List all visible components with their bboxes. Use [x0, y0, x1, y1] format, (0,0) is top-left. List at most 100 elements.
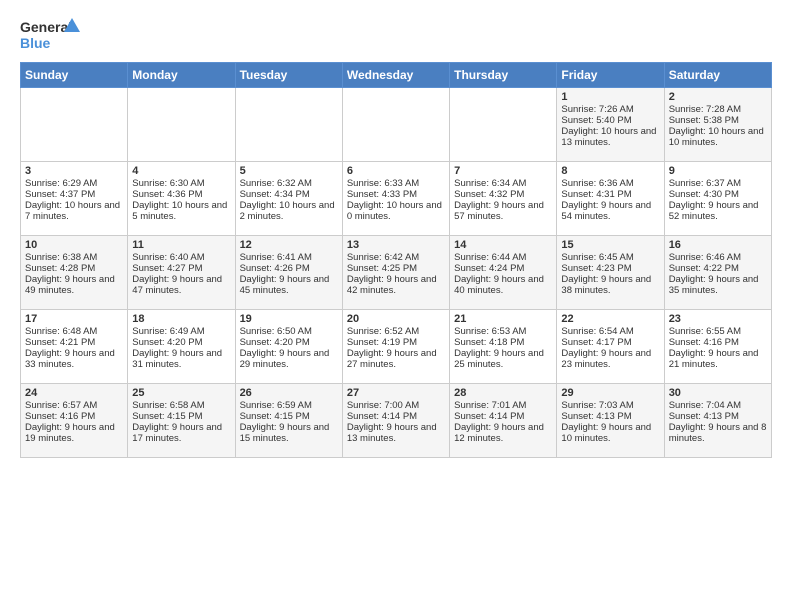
day-info: Sunset: 4:34 PM — [240, 189, 338, 200]
day-info: Daylight: 9 hours and 27 minutes. — [347, 348, 445, 370]
day-info: Sunrise: 6:42 AM — [347, 252, 445, 263]
day-info: Daylight: 10 hours and 13 minutes. — [561, 126, 659, 148]
header-cell-wednesday: Wednesday — [342, 63, 449, 88]
calendar-cell[interactable]: 15Sunrise: 6:45 AMSunset: 4:23 PMDayligh… — [557, 236, 664, 310]
day-info: Sunset: 4:13 PM — [561, 411, 659, 422]
calendar-cell[interactable]: 4Sunrise: 6:30 AMSunset: 4:36 PMDaylight… — [128, 162, 235, 236]
calendar-cell[interactable]: 13Sunrise: 6:42 AMSunset: 4:25 PMDayligh… — [342, 236, 449, 310]
calendar-cell[interactable]: 24Sunrise: 6:57 AMSunset: 4:16 PMDayligh… — [21, 384, 128, 458]
calendar-cell[interactable]: 27Sunrise: 7:00 AMSunset: 4:14 PMDayligh… — [342, 384, 449, 458]
calendar-cell[interactable]: 12Sunrise: 6:41 AMSunset: 4:26 PMDayligh… — [235, 236, 342, 310]
calendar-cell[interactable]: 21Sunrise: 6:53 AMSunset: 4:18 PMDayligh… — [450, 310, 557, 384]
day-info: Sunrise: 6:45 AM — [561, 252, 659, 263]
day-info: Sunrise: 6:41 AM — [240, 252, 338, 263]
calendar-cell[interactable]: 14Sunrise: 6:44 AMSunset: 4:24 PMDayligh… — [450, 236, 557, 310]
day-info: Sunset: 4:20 PM — [132, 337, 230, 348]
day-number: 2 — [669, 91, 767, 103]
day-info: Daylight: 9 hours and 40 minutes. — [454, 274, 552, 296]
day-number: 16 — [669, 239, 767, 251]
day-info: Daylight: 9 hours and 23 minutes. — [561, 348, 659, 370]
calendar-cell[interactable]: 10Sunrise: 6:38 AMSunset: 4:28 PMDayligh… — [21, 236, 128, 310]
calendar-cell[interactable]: 30Sunrise: 7:04 AMSunset: 4:13 PMDayligh… — [664, 384, 771, 458]
calendar-cell[interactable]: 11Sunrise: 6:40 AMSunset: 4:27 PMDayligh… — [128, 236, 235, 310]
day-info: Sunset: 4:16 PM — [669, 337, 767, 348]
calendar-cell[interactable] — [342, 88, 449, 162]
day-number: 28 — [454, 387, 552, 399]
calendar-cell[interactable]: 3Sunrise: 6:29 AMSunset: 4:37 PMDaylight… — [21, 162, 128, 236]
calendar-cell[interactable]: 1Sunrise: 7:26 AMSunset: 5:40 PMDaylight… — [557, 88, 664, 162]
calendar-cell[interactable]: 17Sunrise: 6:48 AMSunset: 4:21 PMDayligh… — [21, 310, 128, 384]
calendar-cell[interactable]: 22Sunrise: 6:54 AMSunset: 4:17 PMDayligh… — [557, 310, 664, 384]
day-info: Sunset: 4:36 PM — [132, 189, 230, 200]
calendar-week-3: 10Sunrise: 6:38 AMSunset: 4:28 PMDayligh… — [21, 236, 772, 310]
calendar-table: SundayMondayTuesdayWednesdayThursdayFrid… — [20, 62, 772, 458]
day-number: 10 — [25, 239, 123, 251]
day-number: 3 — [25, 165, 123, 177]
day-info: Daylight: 9 hours and 33 minutes. — [25, 348, 123, 370]
calendar-cell[interactable]: 7Sunrise: 6:34 AMSunset: 4:32 PMDaylight… — [450, 162, 557, 236]
calendar-cell[interactable] — [235, 88, 342, 162]
header-cell-sunday: Sunday — [21, 63, 128, 88]
day-number: 5 — [240, 165, 338, 177]
day-number: 26 — [240, 387, 338, 399]
day-number: 24 — [25, 387, 123, 399]
day-info: Sunrise: 7:00 AM — [347, 400, 445, 411]
day-info: Sunrise: 6:52 AM — [347, 326, 445, 337]
day-number: 4 — [132, 165, 230, 177]
calendar-cell[interactable]: 26Sunrise: 6:59 AMSunset: 4:15 PMDayligh… — [235, 384, 342, 458]
day-number: 12 — [240, 239, 338, 251]
header-cell-thursday: Thursday — [450, 63, 557, 88]
calendar-cell[interactable]: 29Sunrise: 7:03 AMSunset: 4:13 PMDayligh… — [557, 384, 664, 458]
day-info: Sunrise: 6:58 AM — [132, 400, 230, 411]
day-number: 21 — [454, 313, 552, 325]
day-info: Sunrise: 6:53 AM — [454, 326, 552, 337]
day-info: Daylight: 9 hours and 35 minutes. — [669, 274, 767, 296]
header-cell-monday: Monday — [128, 63, 235, 88]
day-info: Sunset: 4:16 PM — [25, 411, 123, 422]
calendar-cell[interactable]: 20Sunrise: 6:52 AMSunset: 4:19 PMDayligh… — [342, 310, 449, 384]
day-info: Sunset: 4:18 PM — [454, 337, 552, 348]
day-info: Daylight: 10 hours and 7 minutes. — [25, 200, 123, 222]
day-info: Sunset: 4:14 PM — [454, 411, 552, 422]
day-number: 17 — [25, 313, 123, 325]
day-info: Daylight: 10 hours and 0 minutes. — [347, 200, 445, 222]
calendar-cell[interactable]: 16Sunrise: 6:46 AMSunset: 4:22 PMDayligh… — [664, 236, 771, 310]
calendar-cell[interactable] — [21, 88, 128, 162]
calendar-body: 1Sunrise: 7:26 AMSunset: 5:40 PMDaylight… — [21, 88, 772, 458]
day-info: Sunrise: 6:44 AM — [454, 252, 552, 263]
day-info: Daylight: 9 hours and 10 minutes. — [561, 422, 659, 444]
day-info: Sunrise: 6:40 AM — [132, 252, 230, 263]
day-info: Daylight: 9 hours and 25 minutes. — [454, 348, 552, 370]
day-info: Sunrise: 6:29 AM — [25, 178, 123, 189]
calendar-cell[interactable]: 19Sunrise: 6:50 AMSunset: 4:20 PMDayligh… — [235, 310, 342, 384]
day-info: Sunrise: 7:26 AM — [561, 104, 659, 115]
day-info: Sunset: 4:32 PM — [454, 189, 552, 200]
day-info: Sunrise: 6:46 AM — [669, 252, 767, 263]
calendar-cell[interactable] — [450, 88, 557, 162]
calendar-cell[interactable]: 2Sunrise: 7:28 AMSunset: 5:38 PMDaylight… — [664, 88, 771, 162]
header-cell-tuesday: Tuesday — [235, 63, 342, 88]
day-info: Daylight: 9 hours and 42 minutes. — [347, 274, 445, 296]
header-cell-saturday: Saturday — [664, 63, 771, 88]
day-info: Sunset: 4:27 PM — [132, 263, 230, 274]
header: GeneralBlue — [20, 16, 772, 52]
day-number: 19 — [240, 313, 338, 325]
day-info: Sunrise: 6:36 AM — [561, 178, 659, 189]
day-info: Daylight: 9 hours and 13 minutes. — [347, 422, 445, 444]
day-info: Daylight: 9 hours and 45 minutes. — [240, 274, 338, 296]
day-number: 20 — [347, 313, 445, 325]
calendar-cell[interactable]: 9Sunrise: 6:37 AMSunset: 4:30 PMDaylight… — [664, 162, 771, 236]
day-info: Sunrise: 6:38 AM — [25, 252, 123, 263]
calendar-cell[interactable]: 18Sunrise: 6:49 AMSunset: 4:20 PMDayligh… — [128, 310, 235, 384]
calendar-cell[interactable]: 28Sunrise: 7:01 AMSunset: 4:14 PMDayligh… — [450, 384, 557, 458]
calendar-cell[interactable]: 23Sunrise: 6:55 AMSunset: 4:16 PMDayligh… — [664, 310, 771, 384]
calendar-cell[interactable]: 8Sunrise: 6:36 AMSunset: 4:31 PMDaylight… — [557, 162, 664, 236]
day-info: Daylight: 9 hours and 8 minutes. — [669, 422, 767, 444]
logo: GeneralBlue — [20, 16, 94, 52]
calendar-cell[interactable] — [128, 88, 235, 162]
calendar-cell[interactable]: 5Sunrise: 6:32 AMSunset: 4:34 PMDaylight… — [235, 162, 342, 236]
calendar-cell[interactable]: 6Sunrise: 6:33 AMSunset: 4:33 PMDaylight… — [342, 162, 449, 236]
day-info: Sunrise: 6:54 AM — [561, 326, 659, 337]
day-info: Sunset: 4:21 PM — [25, 337, 123, 348]
calendar-cell[interactable]: 25Sunrise: 6:58 AMSunset: 4:15 PMDayligh… — [128, 384, 235, 458]
